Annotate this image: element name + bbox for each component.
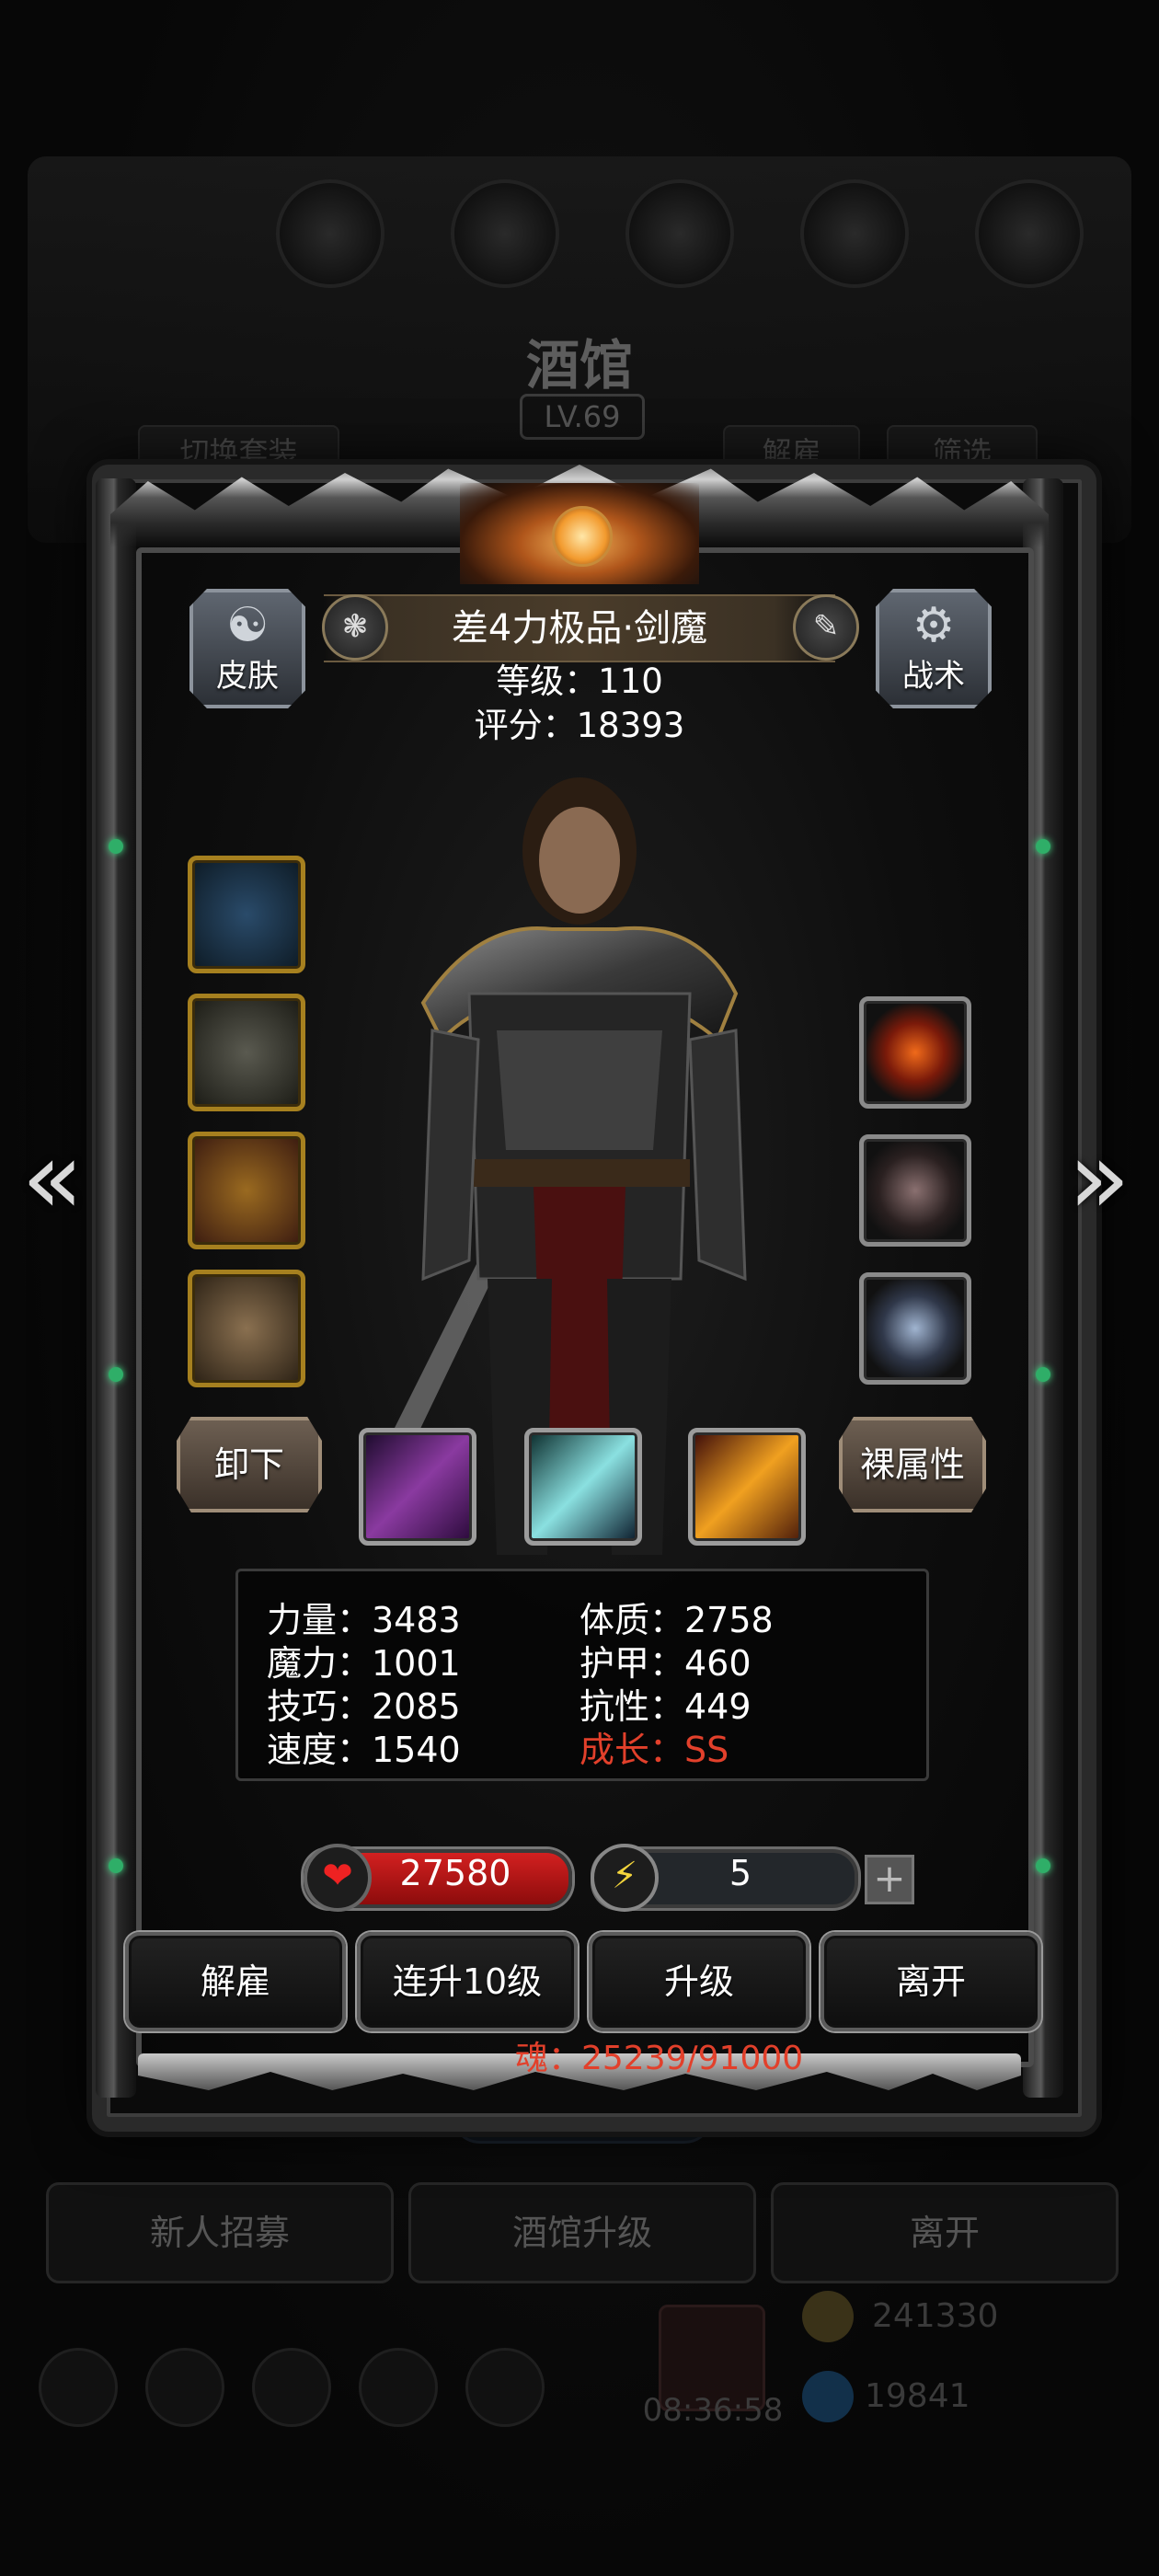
prev-hero-arrow[interactable]: « <box>11 1127 94 1228</box>
energy-value: 5 <box>729 1853 752 1893</box>
attr-speed: 速度：1540 <box>267 1730 461 1770</box>
cyan-slash-icon[interactable] <box>524 1428 642 1546</box>
purple-slash-icon[interactable] <box>359 1428 476 1546</box>
helmet-icon[interactable] <box>188 1132 305 1249</box>
add-energy-button[interactable]: + <box>865 1855 914 1904</box>
gold-coin-icon <box>802 2291 854 2342</box>
gem-icon <box>1036 1858 1050 1873</box>
gem-icon <box>109 1858 123 1873</box>
menu-icon <box>975 179 1084 288</box>
nav-icon <box>359 2348 438 2427</box>
gem-icon <box>1036 839 1050 854</box>
gem-icon <box>802 2371 854 2422</box>
lightning-icon: ⚡ <box>591 1844 659 1912</box>
sword-icon[interactable] <box>188 856 305 973</box>
gem-icon <box>1036 1367 1050 1382</box>
hero-score: 评分：18393 <box>474 706 685 745</box>
bg-leave-button: 离开 <box>771 2182 1119 2283</box>
leave-button[interactable]: 离开 <box>820 1932 1041 2031</box>
gauntlet-icon[interactable] <box>188 1270 305 1387</box>
sun-emblem-icon <box>552 506 613 567</box>
attr-growth: 成长：SS <box>580 1730 729 1770</box>
crest-icon[interactable] <box>859 1272 971 1385</box>
hero-name: 差4力极品·剑魔 <box>451 607 708 650</box>
gem-icon <box>109 1367 123 1382</box>
menu-icon <box>625 179 734 288</box>
shirt-icon: ☯ <box>225 598 270 653</box>
heart-icon: ❤ <box>304 1844 372 1912</box>
nav-icon <box>252 2348 331 2427</box>
chest-armor-icon[interactable] <box>188 994 305 1111</box>
level-up-10-button[interactable]: 连升10级 <box>357 1932 578 2031</box>
recruit-button: 新人招募 <box>46 2182 394 2283</box>
nav-icon <box>465 2348 545 2427</box>
nav-icon <box>145 2348 224 2427</box>
upgrade-button[interactable]: 升级 <box>589 1932 809 2031</box>
tavern-level: LV.69 <box>520 394 645 440</box>
fire-orb-icon[interactable] <box>859 996 971 1109</box>
hero-level: 等级：110 <box>496 661 663 701</box>
gem-amount: 19841 <box>865 2377 970 2415</box>
tavern-upgrade-button: 酒馆升级 <box>408 2182 756 2283</box>
gold-amount: 241330 <box>872 2297 999 2335</box>
gift-timer: 08:36:58 <box>642 2392 784 2429</box>
menu-icon <box>276 179 384 288</box>
nav-icon <box>39 2348 118 2427</box>
frame-pillar-left <box>96 478 136 2098</box>
menu-icon <box>800 179 909 288</box>
soul-counter: 魂：25239/91000 <box>515 2040 804 2077</box>
gem-icon <box>109 839 123 854</box>
gear-icon: ⚙ <box>912 598 956 653</box>
next-hero-arrow[interactable]: » <box>1058 1127 1141 1228</box>
feather-icon[interactable] <box>859 1134 971 1247</box>
skin-button[interactable]: ☯ 皮肤 <box>189 589 305 708</box>
base-attributes-button[interactable]: 裸属性 <box>839 1417 986 1512</box>
hp-value: 27580 <box>399 1853 511 1893</box>
menu-icon <box>451 179 559 288</box>
dismiss-button[interactable]: 解雇 <box>125 1932 346 2031</box>
skin-label: 皮肤 <box>216 658 279 695</box>
unequip-button[interactable]: 卸下 <box>177 1417 322 1512</box>
tactics-button[interactable]: ⚙ 战术 <box>876 589 992 708</box>
edit-name-icon[interactable]: ✎ <box>793 594 859 661</box>
tavern-title: 酒馆 <box>525 334 633 397</box>
tactics-label: 战术 <box>902 658 965 695</box>
fire-slash-icon[interactable] <box>688 1428 806 1546</box>
